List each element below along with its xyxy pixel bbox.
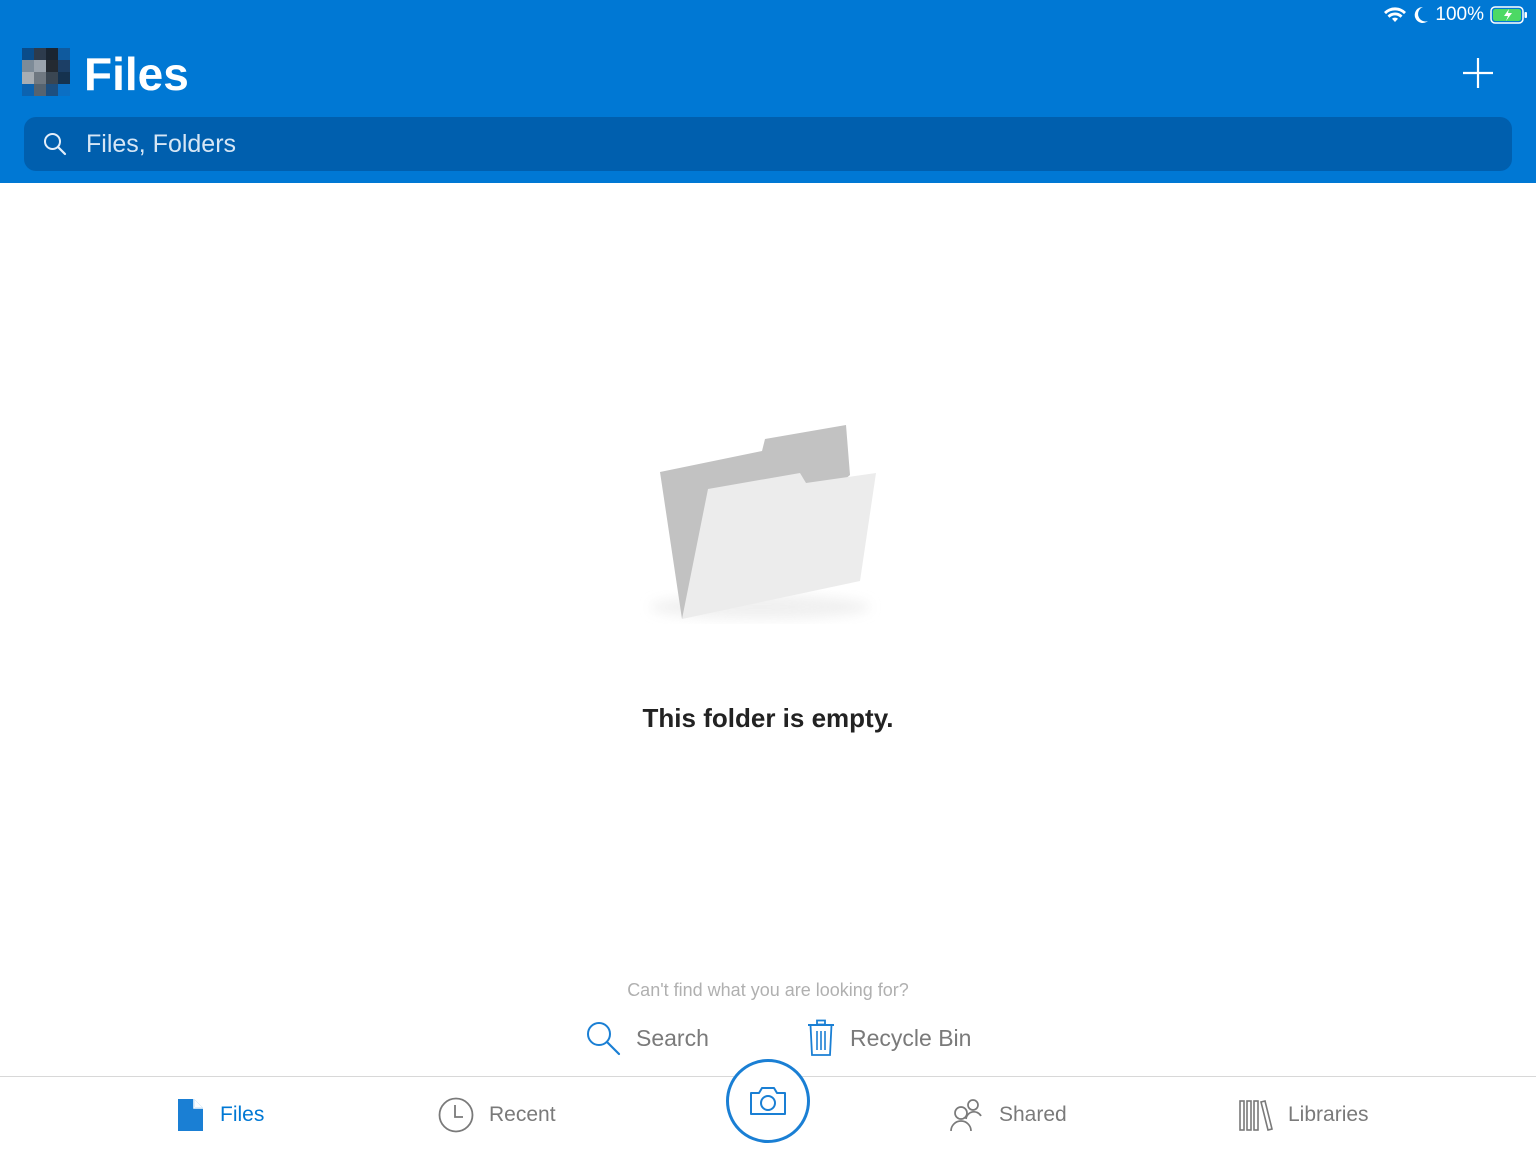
- search-bar[interactable]: [24, 117, 1512, 171]
- clock-icon: [438, 1097, 474, 1133]
- tab-libraries-label: Libraries: [1288, 1103, 1369, 1126]
- people-icon: [950, 1099, 982, 1132]
- status-bar: 100%: [1383, 3, 1528, 27]
- search-input[interactable]: [84, 128, 1384, 160]
- moon-icon: [1415, 6, 1429, 23]
- help-prompt: Can't find what you are looking for?: [627, 980, 909, 1000]
- page-title: Files: [84, 48, 189, 100]
- libraries-icon: [1239, 1100, 1273, 1131]
- tab-recent[interactable]: Recent: [437, 1077, 556, 1153]
- tab-recent-label: Recent: [489, 1103, 556, 1126]
- app-header: 100% Files: [0, 0, 1536, 183]
- camera-button[interactable]: [726, 1059, 810, 1143]
- avatar[interactable]: [22, 48, 70, 96]
- search-icon: [587, 1022, 621, 1056]
- recycle-bin-link[interactable]: Recycle Bin: [806, 1016, 971, 1060]
- wifi-icon: [1384, 7, 1407, 22]
- search-link-label: Search: [636, 1024, 709, 1051]
- recycle-bin-label: Recycle Bin: [850, 1024, 972, 1051]
- add-button[interactable]: [1460, 55, 1496, 91]
- empty-folder-icon: [650, 425, 876, 619]
- tab-libraries[interactable]: Libraries: [1238, 1077, 1369, 1153]
- camera-icon: [750, 1087, 786, 1115]
- tab-files-label: Files: [220, 1103, 265, 1126]
- search-icon: [44, 133, 67, 156]
- trash-icon: [808, 1019, 834, 1056]
- tab-shared-label: Shared: [999, 1103, 1067, 1126]
- tab-shared[interactable]: Shared: [949, 1077, 1067, 1153]
- empty-folder-message: This folder is empty.: [642, 703, 894, 733]
- search-link[interactable]: Search: [584, 1016, 709, 1060]
- file-icon: [178, 1099, 203, 1131]
- plus-icon: [1463, 58, 1493, 88]
- battery-percent: 100%: [1435, 4, 1484, 25]
- help-actions: Search Recycle Bin: [0, 1016, 1536, 1060]
- battery-charging-icon: [1490, 6, 1527, 24]
- tab-files[interactable]: Files: [176, 1077, 264, 1153]
